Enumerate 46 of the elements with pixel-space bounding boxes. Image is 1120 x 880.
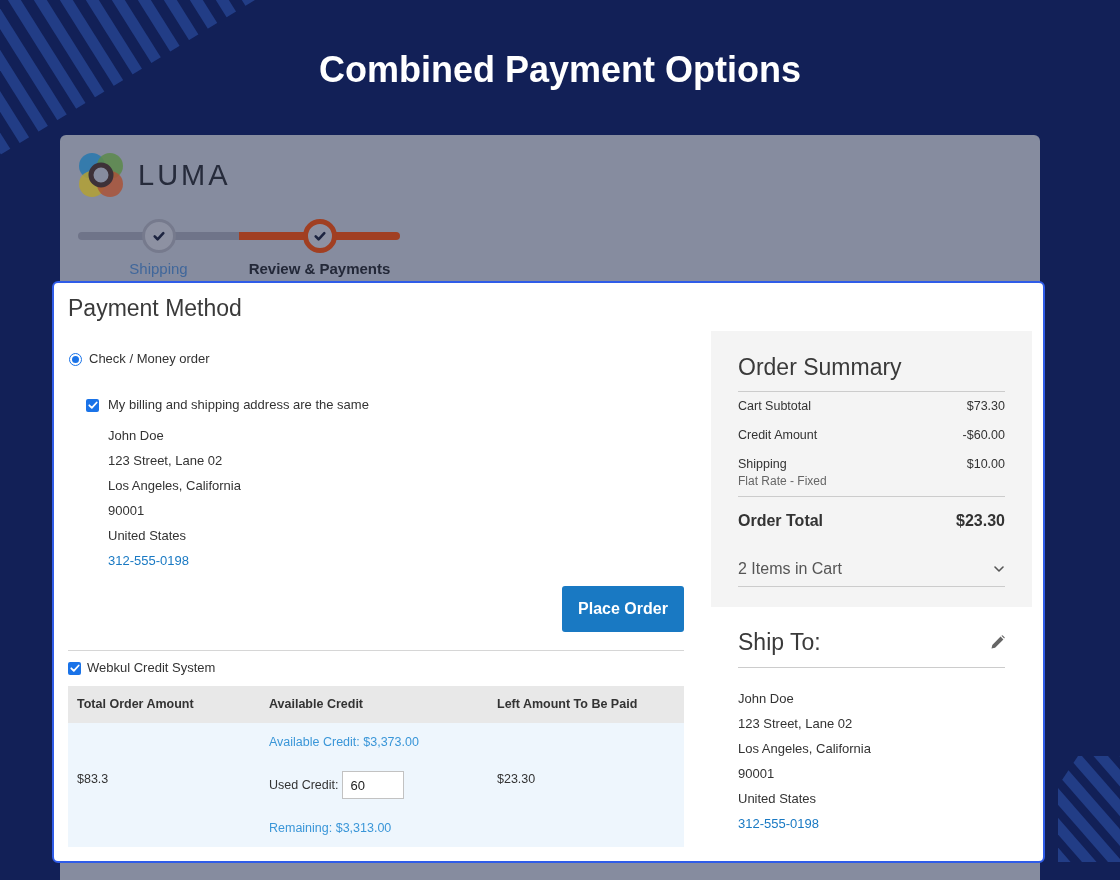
summary-label: Cart Subtotal (738, 398, 811, 415)
order-total-label: Order Total (738, 511, 824, 531)
ship-to-title: Ship To: (738, 628, 821, 657)
address-line: 90001 (108, 502, 145, 520)
phone-link[interactable]: 312-555-0198 (738, 811, 819, 836)
radio-label: Check / Money order (89, 350, 210, 369)
available-credit-text: Available Credit: $3,373.00 (269, 734, 419, 751)
remaining-credit-text: Remaining: $3,313.00 (269, 820, 392, 837)
radio-button[interactable] (69, 352, 82, 366)
checkbox[interactable] (86, 398, 99, 412)
page-title: Combined Payment Options (318, 48, 801, 92)
step-label[interactable]: Review & Payments (248, 259, 391, 279)
address-line: United States (738, 790, 817, 808)
column-header: Total Order Amount (77, 696, 194, 714)
edit-icon[interactable] (991, 635, 1005, 649)
summary-value: $10.00 (966, 456, 1005, 473)
column-header: Left Amount To Be Paid (497, 696, 638, 714)
checkbox[interactable] (68, 661, 81, 675)
cart-items-toggle[interactable]: 2 Items in Cart (738, 551, 1005, 587)
shipping-method-note: Flat Rate - Fixed (738, 473, 827, 490)
used-credit-input[interactable]: 60 (342, 771, 405, 799)
address-line: Los Angeles, California (738, 740, 871, 758)
checkbox-label: My billing and shipping address are the same (108, 396, 369, 415)
summary-value: -$60.00 (962, 427, 1005, 444)
summary-label: Credit Amount (738, 427, 818, 444)
summary-label: Shipping (738, 456, 787, 473)
column-header: Available Credit (269, 696, 363, 714)
section-title: Payment Method (68, 294, 242, 323)
address-line: United States (108, 527, 187, 545)
address-line: John Doe (108, 427, 164, 445)
address-line: 123 Street, Lane 02 (108, 452, 223, 470)
address-line: Los Angeles, California (108, 477, 241, 495)
phone-link[interactable]: 312-555-0198 (108, 548, 189, 573)
logo-icon (78, 152, 124, 198)
used-credit-label: Used Credit: (269, 776, 339, 794)
table-cell-text: $23.30 (497, 770, 536, 788)
order-total-value: $23.30 (956, 511, 1005, 531)
table-cell-text: $83.3 (77, 770, 109, 788)
address-line: 123 Street, Lane 02 (738, 715, 853, 733)
address-line: John Doe (738, 690, 794, 708)
place-order-button[interactable]: Place Order (562, 586, 684, 632)
logo-text: LUMA (138, 158, 231, 192)
summary-value: $73.30 (966, 398, 1005, 415)
address-line: 90001 (738, 765, 775, 783)
checkbox-label: Webkul Credit System (87, 659, 216, 678)
summary-title: Order Summary (738, 353, 902, 382)
